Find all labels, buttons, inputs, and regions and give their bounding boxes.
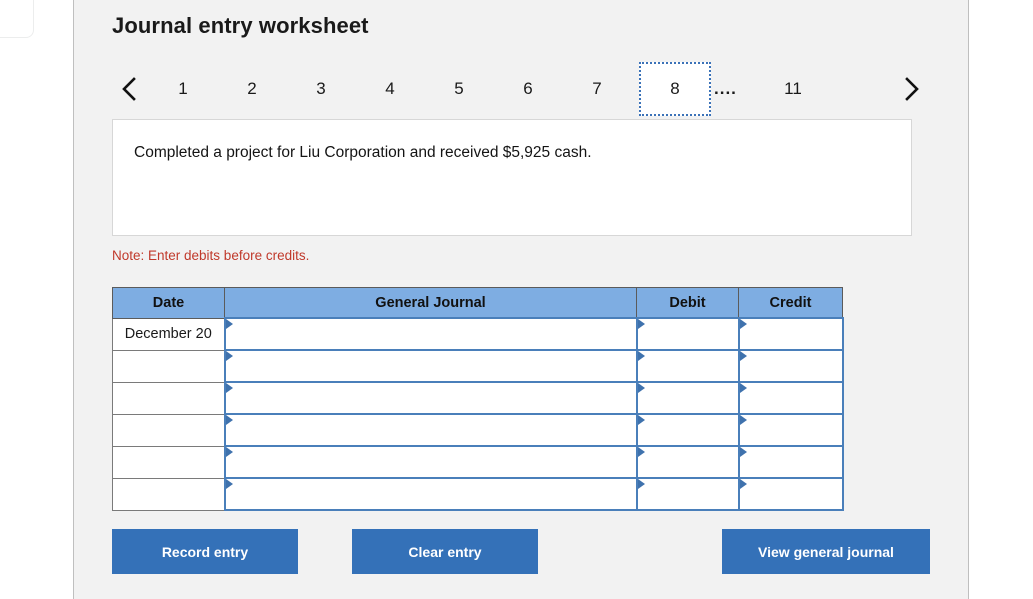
cell-marker-icon <box>637 383 645 393</box>
cell-marker-icon <box>739 415 747 425</box>
pagination: 1 2 3 4 5 6 7 8 .... 11 <box>110 62 930 116</box>
cell-marker-icon <box>637 447 645 457</box>
cell-marker-icon <box>637 415 645 425</box>
column-header-debit: Debit <box>636 287 739 319</box>
cell-marker-icon <box>739 319 747 329</box>
page-button-6[interactable]: 6 <box>505 62 551 116</box>
general-journal-cell[interactable] <box>223 445 638 479</box>
pagination-ellipsis: .... <box>714 79 737 98</box>
right-gutter <box>969 0 1033 599</box>
clear-entry-button[interactable]: Clear entry <box>352 529 538 574</box>
cell-marker-icon <box>225 351 233 361</box>
credit-cell[interactable] <box>737 349 844 383</box>
general-journal-cell[interactable] <box>223 349 638 383</box>
page-title: Journal entry worksheet <box>112 13 369 38</box>
cell-marker-icon <box>739 383 747 393</box>
cell-marker-icon <box>637 479 645 489</box>
general-journal-cell[interactable] <box>223 413 638 447</box>
general-journal-cell[interactable] <box>223 317 638 351</box>
cell-marker-icon <box>637 351 645 361</box>
date-cell[interactable] <box>112 413 225 447</box>
cell-marker-icon <box>225 447 233 457</box>
table-row: December 20 <box>112 317 844 351</box>
transaction-prompt-text: Completed a project for Liu Corporation … <box>134 144 592 161</box>
view-general-journal-button[interactable]: View general journal <box>722 529 930 574</box>
credit-cell[interactable] <box>737 413 844 447</box>
column-header-general-journal: General Journal <box>224 287 637 319</box>
worksheet-panel: Journal entry worksheet 1 2 3 4 5 6 7 8 … <box>74 0 968 599</box>
journal-table: Date General Journal Debit Credit Decemb… <box>112 287 844 511</box>
credit-cell[interactable] <box>737 477 844 511</box>
debit-cell[interactable] <box>635 349 740 383</box>
cell-marker-icon <box>225 383 233 393</box>
credit-cell[interactable] <box>737 317 844 351</box>
page-button-3[interactable]: 3 <box>298 62 344 116</box>
journal-table-wrapper: Date General Journal Debit Credit Decemb… <box>112 287 844 511</box>
transaction-prompt-box: Completed a project for Liu Corporation … <box>112 119 912 236</box>
general-journal-cell[interactable] <box>223 381 638 415</box>
journal-table-header-row: Date General Journal Debit Credit <box>112 287 843 319</box>
table-row <box>112 349 844 383</box>
date-cell[interactable] <box>112 477 225 511</box>
table-row <box>112 413 844 447</box>
date-cell[interactable] <box>112 349 225 383</box>
credit-cell[interactable] <box>737 445 844 479</box>
date-cell[interactable] <box>112 381 225 415</box>
chevron-right-icon[interactable] <box>892 62 930 116</box>
general-journal-cell[interactable] <box>223 477 638 511</box>
page-button-8-selected[interactable]: 8 <box>639 62 711 116</box>
page-button-5[interactable]: 5 <box>436 62 482 116</box>
page-button-1[interactable]: 1 <box>160 62 206 116</box>
cell-marker-icon <box>739 479 747 489</box>
table-row <box>112 477 844 511</box>
cell-marker-icon <box>739 447 747 457</box>
column-header-credit: Credit <box>738 287 843 319</box>
table-row <box>112 445 844 479</box>
page-button-7[interactable]: 7 <box>574 62 620 116</box>
debits-before-credits-note: Note: Enter debits before credits. <box>112 248 310 263</box>
table-row <box>112 381 844 415</box>
left-gutter-card <box>0 0 34 38</box>
debit-cell[interactable] <box>635 413 740 447</box>
cell-marker-icon <box>225 415 233 425</box>
debit-cell[interactable] <box>635 381 740 415</box>
page-button-2[interactable]: 2 <box>229 62 275 116</box>
debit-cell[interactable] <box>635 317 740 351</box>
left-gutter <box>0 0 73 599</box>
record-entry-button[interactable]: Record entry <box>112 529 298 574</box>
cell-marker-icon <box>225 319 233 329</box>
cell-marker-icon <box>637 319 645 329</box>
page-button-11[interactable]: 11 <box>770 62 816 116</box>
date-cell[interactable]: December 20 <box>112 317 225 351</box>
debit-cell[interactable] <box>635 445 740 479</box>
page-button-4[interactable]: 4 <box>367 62 413 116</box>
cell-marker-icon <box>739 351 747 361</box>
debit-cell[interactable] <box>635 477 740 511</box>
column-header-date: Date <box>112 287 225 319</box>
date-cell[interactable] <box>112 445 225 479</box>
chevron-left-icon[interactable] <box>110 62 148 116</box>
page-root: Journal entry worksheet 1 2 3 4 5 6 7 8 … <box>0 0 1033 599</box>
credit-cell[interactable] <box>737 381 844 415</box>
cell-marker-icon <box>225 479 233 489</box>
